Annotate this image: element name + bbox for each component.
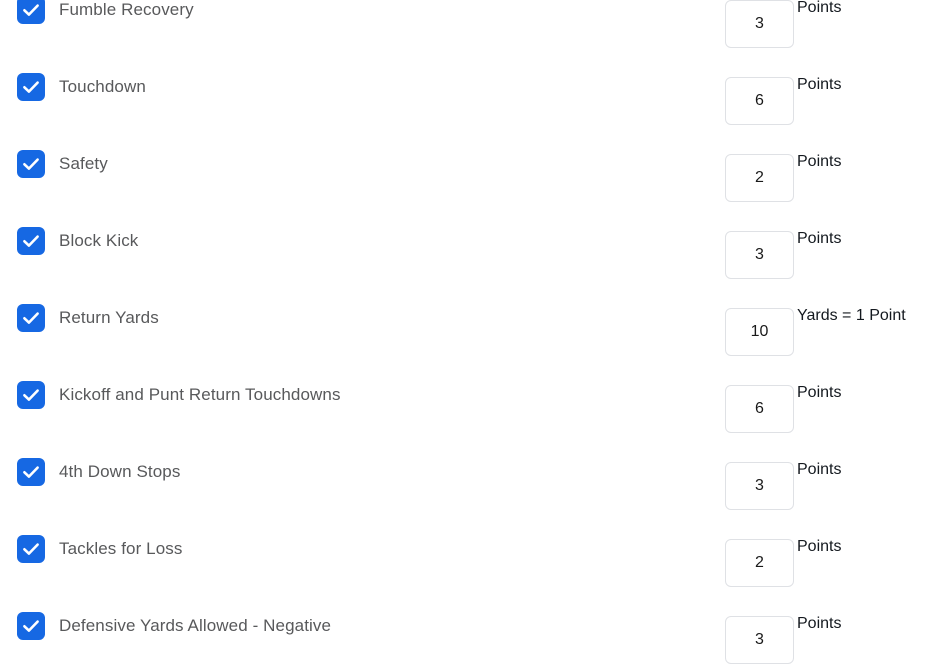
- scoring-rule-checkbox[interactable]: [17, 535, 45, 563]
- scoring-rule-row: Kickoff and Punt Return Touchdowns Points: [0, 371, 939, 448]
- scoring-rule-value-input[interactable]: [725, 77, 794, 125]
- scoring-rule-value-input[interactable]: [725, 0, 794, 48]
- scoring-rule-row: Block Kick Points: [0, 217, 939, 294]
- scoring-rule-unit-label: Points: [797, 230, 842, 247]
- scoring-rule-checkbox[interactable]: [17, 227, 45, 255]
- checkmark-icon: [17, 227, 45, 255]
- scoring-rule-checkbox[interactable]: [17, 150, 45, 178]
- scoring-rule-label: Tackles for Loss: [59, 539, 183, 558]
- scoring-rule-unit-label: Points: [797, 538, 842, 555]
- scoring-rule-row: Return Yards Yards = 1 Point: [0, 294, 939, 371]
- scoring-rule-value-input[interactable]: [725, 308, 794, 356]
- scoring-rule-label: Kickoff and Punt Return Touchdowns: [59, 385, 341, 404]
- scoring-rule-label: Defensive Yards Allowed - Negative: [59, 616, 332, 635]
- checkmark-icon: [17, 304, 45, 332]
- scoring-rule-row: 4th Down Stops Points: [0, 448, 939, 525]
- scoring-rule-row: Defensive Yards Allowed - Negative Points: [0, 602, 939, 671]
- checkmark-icon: [17, 0, 45, 24]
- scoring-rule-unit-label: Points: [797, 0, 842, 16]
- scoring-rule-unit-label: Points: [797, 76, 842, 93]
- scoring-rule-checkbox[interactable]: [17, 381, 45, 409]
- scoring-rule-checkbox[interactable]: [17, 304, 45, 332]
- checkmark-icon: [17, 612, 45, 640]
- scoring-rule-label: Return Yards: [59, 308, 159, 327]
- scoring-rule-value-input[interactable]: [725, 616, 794, 664]
- scoring-rule-checkbox[interactable]: [17, 612, 45, 640]
- scoring-rule-row: Tackles for Loss Points: [0, 525, 939, 602]
- scoring-rule-value-input[interactable]: [725, 539, 794, 587]
- scoring-rule-row: Safety Points: [0, 140, 939, 217]
- scoring-rule-value-input[interactable]: [725, 385, 794, 433]
- scoring-rule-value-input[interactable]: [725, 154, 794, 202]
- scoring-rule-label: Block Kick: [59, 231, 139, 250]
- scoring-rule-checkbox[interactable]: [17, 73, 45, 101]
- scoring-rule-unit-label: Yards = 1 Point: [797, 307, 906, 324]
- scoring-rule-label: 4th Down Stops: [59, 462, 181, 481]
- checkmark-icon: [17, 458, 45, 486]
- checkmark-icon: [17, 381, 45, 409]
- checkmark-icon: [17, 73, 45, 101]
- scoring-rule-row: Touchdown Points: [0, 63, 939, 140]
- scoring-rule-unit-label: Points: [797, 461, 842, 478]
- scoring-rule-checkbox[interactable]: [17, 458, 45, 486]
- scoring-rule-unit-label: Points: [797, 384, 842, 401]
- scoring-rule-label: Safety: [59, 154, 108, 173]
- defensive-scoring-settings-panel: Fumble RecoveryPointsTouchdownPointsSafe…: [0, 0, 939, 671]
- scoring-rule-label: Fumble Recovery: [59, 0, 194, 19]
- scoring-rule-checkbox[interactable]: [17, 0, 45, 24]
- scoring-rule-label: Touchdown: [59, 77, 146, 96]
- checkmark-icon: [17, 150, 45, 178]
- checkmark-icon: [17, 535, 45, 563]
- scoring-rule-row: Fumble Recovery Points: [0, 0, 939, 63]
- scoring-rule-value-input[interactable]: [725, 231, 794, 279]
- scoring-rule-value-input[interactable]: [725, 462, 794, 510]
- scoring-rule-unit-label: Points: [797, 153, 842, 170]
- scoring-rule-unit-label: Points: [797, 615, 842, 632]
